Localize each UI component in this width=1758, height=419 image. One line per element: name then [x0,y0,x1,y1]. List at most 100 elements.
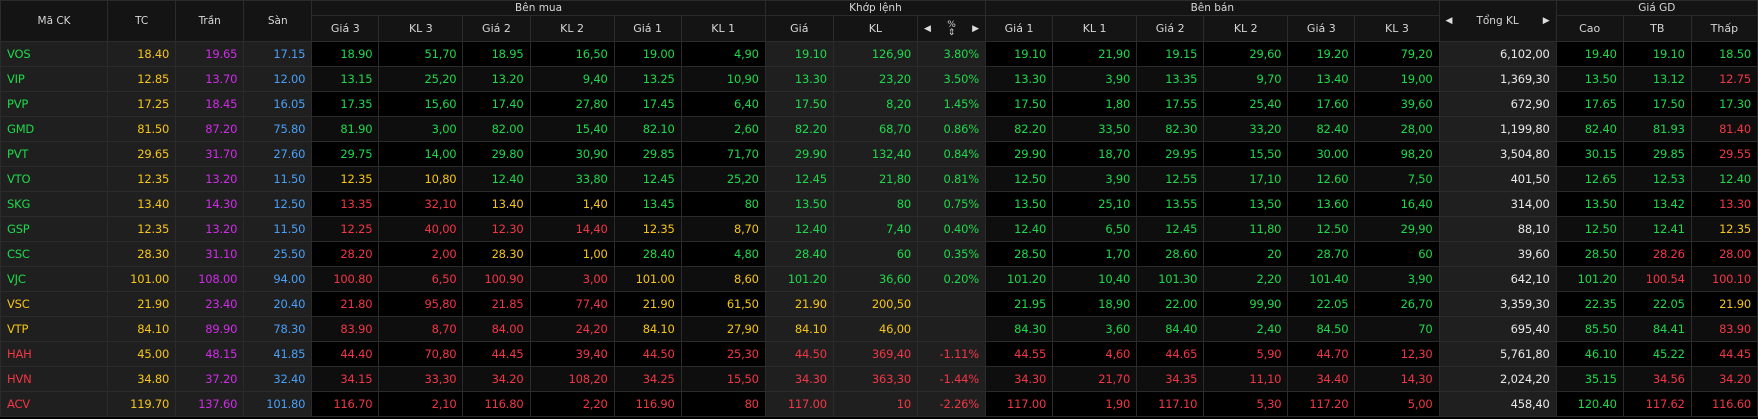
col-header-ask-2[interactable]: KL 1 [1052,15,1138,42]
bid-cell: 3,00 [529,266,615,292]
col-header-symbol[interactable]: Mã CK [0,0,109,42]
ask-cell: 44.55 [985,341,1054,367]
col-header-bid-6[interactable]: KL 1 [680,15,766,42]
bid-cell: 40,00 [378,216,464,242]
ask-cell: 21,90 [1052,41,1138,67]
trade-price-cell: 13.12 [1622,66,1692,92]
col-header-bid-5[interactable]: Giá 1 [613,15,682,42]
floor-price-cell: 17.15 [243,41,313,67]
table-row[interactable]: PVT 29.65 31.70 27.60 29.75 14,00 29.80 30,90 29… [0,141,1758,167]
bid-cell: 80 [680,391,766,417]
col-header-total-vol[interactable]: ◀ Tổng KL ▶ [1438,0,1557,42]
col-header-floor[interactable]: Sàn [243,0,313,42]
match-cell: 12.40 [764,216,834,242]
symbol-cell[interactable]: VTO [0,166,109,192]
table-row[interactable]: SKG 13.40 14.30 12.50 13.35 32,10 13.40 1,40 13.… [0,191,1758,217]
symbol-cell[interactable]: CSC [0,241,109,267]
col-header-ask-4[interactable]: KL 2 [1203,15,1289,42]
total-vol-cell: 1,199,80 [1438,116,1557,142]
ref-price-cell: 119.70 [107,391,177,417]
match-cell: 0.40% [916,216,987,242]
match-cell: 82.20 [764,116,834,142]
floor-price-cell: 11.50 [243,166,313,192]
col-header-bid-4[interactable]: KL 2 [529,15,615,42]
table-row[interactable]: VTP 84.10 89.90 78.30 83.90 8,70 84.00 24,20 84.… [0,316,1758,342]
bid-cell: 25,20 [378,66,464,92]
sort-icon[interactable]: % ⇕ [947,20,956,37]
bid-cell: 3,00 [378,116,464,142]
table-row[interactable]: HVN 34.80 37.20 32.40 34.15 33,30 34.20 108,20 3… [0,366,1758,392]
symbol-cell[interactable]: VSC [0,291,109,317]
ref-price-cell: 28.30 [107,241,177,267]
table-row[interactable]: VSC 21.90 23.40 20.40 21.80 95,80 21.85 77,40 21… [0,291,1758,317]
table-row[interactable]: VJC 101.00 108.00 94.00 100.80 6,50 100.90 3,00… [0,266,1758,292]
symbol-cell[interactable]: PVT [0,141,109,167]
ask-cell: 18,70 [1052,141,1138,167]
ceil-price-cell: 23.40 [175,291,245,317]
symbol-cell[interactable]: SKG [0,191,109,217]
ask-cell: 34.30 [985,366,1054,392]
ask-cell: 12.50 [1287,216,1356,242]
table-row[interactable]: CSC 28.30 31.10 25.50 28.20 2,00 28.30 1,00 28.4… [0,241,1758,267]
match-cell: 3.80% [916,41,987,67]
col-header-bid-1[interactable]: Giá 3 [311,15,380,42]
caret-left-icon[interactable]: ◀ [924,24,931,34]
symbol-cell[interactable]: VIP [0,66,109,92]
table-row[interactable]: GMD 81.50 87.20 75.80 81.90 3,00 82.00 15,40 82.… [0,116,1758,142]
col-header-match-pct[interactable]: ◀ % ⇕ ▶ [916,15,987,42]
bid-cell: 77,40 [529,291,615,317]
bid-cell: 4,90 [680,41,766,67]
table-row[interactable]: HAH 45.00 48.15 41.85 44.40 70,80 44.45 39,40 44… [0,341,1758,367]
ask-cell: 13,50 [1203,191,1289,217]
bid-cell: 6,50 [378,266,464,292]
col-header-bid-3[interactable]: Giá 2 [462,15,531,42]
symbol-cell[interactable]: PVP [0,91,109,117]
caret-left-icon[interactable]: ◀ [1446,16,1453,26]
symbol-cell[interactable]: GMD [0,116,109,142]
match-cell: 369,40 [832,341,918,367]
col-header-match-vol[interactable]: KL [832,15,918,42]
col-header-ask-3[interactable]: Giá 2 [1136,15,1205,42]
total-vol-cell: 5,761,80 [1438,341,1557,367]
col-header-ask-5[interactable]: Giá 3 [1287,15,1356,42]
total-vol-cell: 672,90 [1438,91,1557,117]
match-cell: 1.45% [916,91,987,117]
caret-right-icon[interactable]: ▶ [972,24,979,34]
col-header-ref[interactable]: TC [107,0,177,42]
symbol-cell[interactable]: ACV [0,391,109,417]
ask-cell: 2,20 [1203,266,1289,292]
symbol-cell[interactable]: VJC [0,266,109,292]
trade-price-cell: 12.65 [1555,166,1624,192]
symbol-cell[interactable]: VOS [0,41,109,67]
table-row[interactable]: ACV 119.70 137.60 101.80 116.70 2,10 116.80 2,2… [0,391,1758,417]
bid-cell: 30,90 [529,141,615,167]
symbol-cell[interactable]: GSP [0,216,109,242]
bid-cell: 34.20 [462,366,531,392]
col-header-bid-2[interactable]: KL 3 [378,15,464,42]
table-row[interactable]: VOS 18.40 19.65 17.15 18.90 51,70 18.95 16,50 19… [0,41,1758,67]
table-row[interactable]: VTO 12.35 13.20 11.50 12.35 10,80 12.40 33,80 12… [0,166,1758,192]
symbol-cell[interactable]: VTP [0,316,109,342]
symbol-cell[interactable]: HVN [0,366,109,392]
col-header-trade-1[interactable]: Cao [1555,15,1624,42]
match-cell: 7,40 [832,216,918,242]
table-row[interactable]: GSP 12.35 13.20 11.50 12.25 40,00 12.30 14,40 12… [0,216,1758,242]
col-header-ask-6[interactable]: KL 3 [1354,15,1440,42]
ask-cell: 17,10 [1203,166,1289,192]
symbol-cell[interactable]: HAH [0,341,109,367]
ask-cell: 12.55 [1136,166,1205,192]
ask-cell: 21,70 [1052,366,1138,392]
col-header-ceil[interactable]: Trần [175,0,245,42]
col-header-ask-1[interactable]: Giá 1 [985,15,1054,42]
col-header-match-price[interactable]: Giá [764,15,834,42]
bid-cell: 80 [680,191,766,217]
match-cell: 126,90 [832,41,918,67]
col-header-trade-3[interactable]: Thấp [1690,15,1758,42]
table-row[interactable]: PVP 17.25 18.45 16.05 17.35 15,60 17.40 27,80 17… [0,91,1758,117]
bid-cell: 44.45 [462,341,531,367]
col-header-trade-2[interactable]: TB [1622,15,1692,42]
table-row[interactable]: VIP 12.85 13.70 12.00 13.15 25,20 13.20 9,40 13.… [0,66,1758,92]
floor-price-cell: 32.40 [243,366,313,392]
ask-cell: 25,40 [1203,91,1289,117]
caret-right-icon[interactable]: ▶ [1543,16,1550,26]
